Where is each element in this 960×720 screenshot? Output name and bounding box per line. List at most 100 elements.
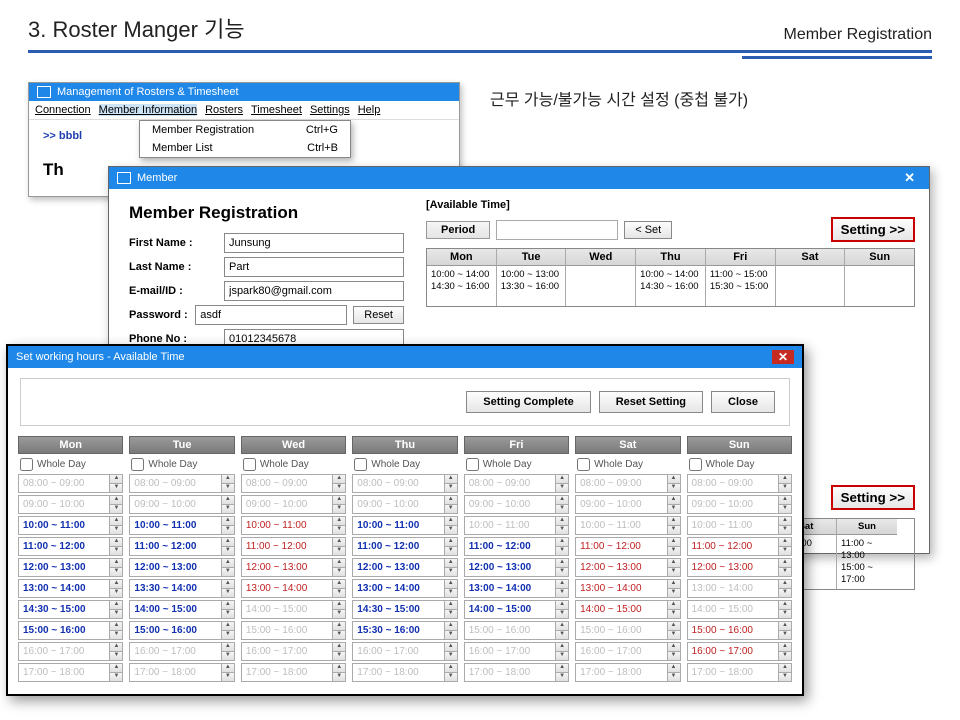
time-slot[interactable]: 11:00 ~ 12:00▲▼ [575, 537, 680, 556]
spinner-icon[interactable]: ▲▼ [332, 601, 345, 618]
spinner-icon[interactable]: ▲▼ [332, 580, 345, 597]
titlebar-member[interactable]: Member ✕ [109, 167, 929, 189]
time-slot[interactable]: 12:00 ~ 13:00▲▼ [241, 558, 346, 577]
spinner-icon[interactable]: ▲▼ [444, 580, 457, 597]
time-slot[interactable]: 17:00 ~ 18:00▲▼ [241, 663, 346, 682]
spinner-icon[interactable]: ▲▼ [221, 622, 234, 639]
time-slot[interactable]: 13:00 ~ 14:00▲▼ [241, 579, 346, 598]
spinner-icon[interactable]: ▲▼ [444, 496, 457, 513]
time-slot[interactable]: 10:00 ~ 11:00▲▼ [129, 516, 234, 535]
spinner-icon[interactable]: ▲▼ [555, 622, 568, 639]
time-slot[interactable]: 09:00 ~ 10:00▲▼ [18, 495, 123, 514]
time-slot[interactable]: 10:00 ~ 11:00▲▼ [352, 516, 457, 535]
whole-day-checkbox-fri[interactable]: Whole Day [464, 456, 569, 474]
spinner-icon[interactable]: ▲▼ [778, 559, 791, 576]
time-slot[interactable]: 14:00 ~ 15:00▲▼ [129, 600, 234, 619]
time-slot[interactable]: 14:30 ~ 15:00▲▼ [18, 600, 123, 619]
spinner-icon[interactable]: ▲▼ [332, 559, 345, 576]
time-slot[interactable]: 08:00 ~ 09:00▲▼ [241, 474, 346, 493]
time-slot[interactable]: 11:00 ~ 12:00▲▼ [464, 537, 569, 556]
whole-day-checkbox-tue[interactable]: Whole Day [129, 456, 234, 474]
spinner-icon[interactable]: ▲▼ [444, 475, 457, 492]
whole-day-input[interactable] [243, 458, 256, 471]
setting-complete-button[interactable]: Setting Complete [466, 391, 590, 413]
spinner-icon[interactable]: ▲▼ [221, 643, 234, 660]
whole-day-input[interactable] [577, 458, 590, 471]
menu-timesheet[interactable]: Timesheet [251, 104, 302, 116]
spinner-icon[interactable]: ▲▼ [778, 475, 791, 492]
titlebar-set-working-hours[interactable]: Set working hours - Available Time ✕ [8, 346, 802, 368]
spinner-icon[interactable]: ▲▼ [109, 601, 122, 618]
time-slot[interactable]: 15:30 ~ 16:00▲▼ [352, 621, 457, 640]
spinner-icon[interactable]: ▲▼ [221, 601, 234, 618]
time-slot[interactable]: 10:00 ~ 11:00▲▼ [464, 516, 569, 535]
time-slot[interactable]: 12:00 ~ 13:00▲▼ [464, 558, 569, 577]
spinner-icon[interactable]: ▲▼ [221, 559, 234, 576]
time-slot[interactable]: 13:00 ~ 14:00▲▼ [464, 579, 569, 598]
time-slot[interactable]: 17:00 ~ 18:00▲▼ [18, 663, 123, 682]
spinner-icon[interactable]: ▲▼ [109, 517, 122, 534]
time-slot[interactable]: 10:00 ~ 11:00▲▼ [241, 516, 346, 535]
whole-day-input[interactable] [20, 458, 33, 471]
spinner-icon[interactable]: ▲▼ [555, 601, 568, 618]
time-slot[interactable]: 08:00 ~ 09:00▲▼ [18, 474, 123, 493]
spinner-icon[interactable]: ▲▼ [444, 622, 457, 639]
spinner-icon[interactable]: ▲▼ [109, 559, 122, 576]
last-name-input[interactable] [224, 257, 404, 277]
menu-member-information[interactable]: Member Information [99, 104, 197, 116]
menu-help[interactable]: Help [358, 104, 381, 116]
spinner-icon[interactable]: ▲▼ [778, 580, 791, 597]
time-slot[interactable]: 08:00 ~ 09:00▲▼ [464, 474, 569, 493]
time-slot[interactable]: 16:00 ~ 17:00▲▼ [129, 642, 234, 661]
spinner-icon[interactable]: ▲▼ [444, 643, 457, 660]
close-button[interactable]: Close [711, 391, 775, 413]
spinner-icon[interactable]: ▲▼ [109, 496, 122, 513]
set-button[interactable]: < Set [624, 221, 672, 239]
time-slot[interactable]: 11:00 ~ 12:00▲▼ [352, 537, 457, 556]
spinner-icon[interactable]: ▲▼ [332, 664, 345, 681]
time-slot[interactable]: 13:00 ~ 14:00▲▼ [687, 579, 792, 598]
time-slot[interactable]: 10:00 ~ 11:00▲▼ [18, 516, 123, 535]
spinner-icon[interactable]: ▲▼ [332, 538, 345, 555]
menu-item-member-registration[interactable]: Member Registration Ctrl+G [140, 121, 350, 139]
time-slot[interactable]: 12:00 ~ 13:00▲▼ [687, 558, 792, 577]
time-slot[interactable]: 15:00 ~ 16:00▲▼ [129, 621, 234, 640]
spinner-icon[interactable]: ▲▼ [555, 538, 568, 555]
time-slot[interactable]: 10:00 ~ 11:00▲▼ [575, 516, 680, 535]
spinner-icon[interactable]: ▲▼ [109, 664, 122, 681]
reset-button[interactable]: Reset [353, 306, 404, 324]
menu-rosters[interactable]: Rosters [205, 104, 243, 116]
whole-day-input[interactable] [466, 458, 479, 471]
spinner-icon[interactable]: ▲▼ [778, 622, 791, 639]
spinner-icon[interactable]: ▲▼ [109, 622, 122, 639]
time-slot[interactable]: 09:00 ~ 10:00▲▼ [352, 495, 457, 514]
time-slot[interactable]: 09:00 ~ 10:00▲▼ [129, 495, 234, 514]
time-slot[interactable]: 12:00 ~ 13:00▲▼ [18, 558, 123, 577]
spinner-icon[interactable]: ▲▼ [555, 643, 568, 660]
spinner-icon[interactable]: ▲▼ [332, 643, 345, 660]
menu-item-member-list[interactable]: Member List Ctrl+B [140, 139, 350, 157]
spinner-icon[interactable]: ▲▼ [555, 559, 568, 576]
time-slot[interactable]: 14:00 ~ 15:00▲▼ [687, 600, 792, 619]
time-slot[interactable]: 09:00 ~ 10:00▲▼ [575, 495, 680, 514]
time-slot[interactable]: 17:00 ~ 18:00▲▼ [575, 663, 680, 682]
spinner-icon[interactable]: ▲▼ [332, 517, 345, 534]
spinner-icon[interactable]: ▲▼ [667, 538, 680, 555]
time-slot[interactable]: 09:00 ~ 10:00▲▼ [241, 495, 346, 514]
email-input[interactable] [224, 281, 404, 301]
spinner-icon[interactable]: ▲▼ [778, 601, 791, 618]
spinner-icon[interactable]: ▲▼ [667, 559, 680, 576]
titlebar-management[interactable]: Management of Rosters & Timesheet [29, 83, 459, 101]
time-slot[interactable]: 17:00 ~ 18:00▲▼ [352, 663, 457, 682]
time-slot[interactable]: 17:00 ~ 18:00▲▼ [129, 663, 234, 682]
whole-day-checkbox-mon[interactable]: Whole Day [18, 456, 123, 474]
time-slot[interactable]: 08:00 ~ 09:00▲▼ [352, 474, 457, 493]
spinner-icon[interactable]: ▲▼ [332, 475, 345, 492]
spinner-icon[interactable]: ▲▼ [778, 496, 791, 513]
time-slot[interactable]: 13:00 ~ 14:00▲▼ [352, 579, 457, 598]
spinner-icon[interactable]: ▲▼ [555, 496, 568, 513]
time-slot[interactable]: 12:00 ~ 13:00▲▼ [575, 558, 680, 577]
whole-day-checkbox-sat[interactable]: Whole Day [575, 456, 680, 474]
spinner-icon[interactable]: ▲▼ [555, 664, 568, 681]
whole-day-checkbox-sun[interactable]: Whole Day [687, 456, 792, 474]
